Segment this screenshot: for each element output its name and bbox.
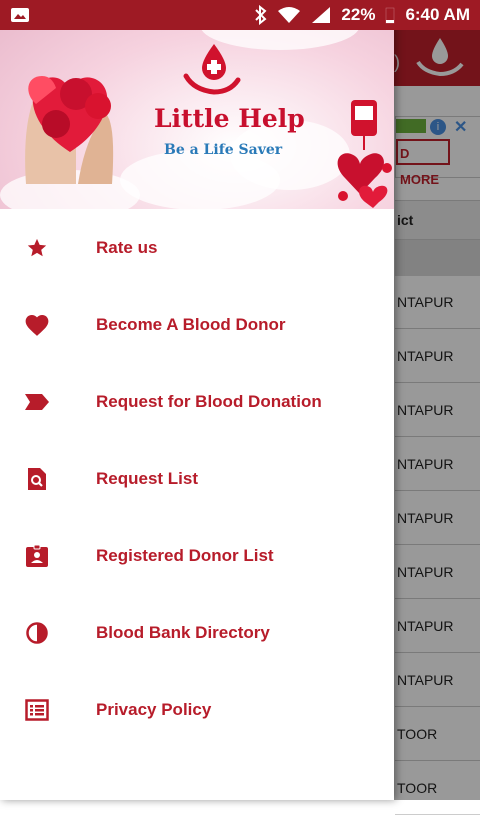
id-badge-icon — [24, 543, 50, 569]
menu-item-label: Become A Blood Donor — [96, 315, 286, 334]
app-title: Little Help — [154, 104, 305, 133]
bluetooth-icon — [255, 5, 267, 25]
menu-item-privacy-policy[interactable]: Privacy Policy — [0, 671, 394, 748]
menu-item-request-list[interactable]: Request List — [0, 440, 394, 517]
label-tag-icon — [24, 389, 50, 415]
menu-item-label: Registered Donor List — [96, 546, 274, 565]
menu-item-request-donation[interactable]: Request for Blood Donation — [0, 363, 394, 440]
star-icon — [24, 235, 50, 261]
battery-percent: 22% — [341, 5, 376, 24]
menu-item-label: Blood Bank Directory — [96, 623, 270, 642]
menu-item-rate-us[interactable]: Rate us — [0, 209, 394, 286]
menu-item-label: Request for Blood Donation — [96, 392, 322, 411]
app-tagline: Be a Life Saver — [164, 142, 283, 158]
status-bar: 22% 6:40 AM — [0, 0, 480, 30]
wifi-icon — [277, 6, 301, 24]
blood-bag-icon — [335, 98, 394, 209]
tonality-icon — [24, 620, 50, 646]
clock: 6:40 AM — [405, 5, 470, 24]
menu-item-become-donor[interactable]: Become A Blood Donor — [0, 286, 394, 363]
image-notification-icon — [10, 7, 30, 23]
menu-item-label: Rate us — [96, 238, 158, 257]
menu-item-blood-bank-directory[interactable]: Blood Bank Directory — [0, 594, 394, 671]
blood-group-heart-icon — [16, 34, 136, 189]
find-in-page-icon — [24, 466, 50, 492]
menu-item-label: Privacy Policy — [96, 700, 212, 719]
menu-item-registered-donor-list[interactable]: Registered Donor List — [0, 517, 394, 594]
navigation-drawer: Little Help Be a Life Saver Rate us Beco… — [0, 0, 394, 800]
menu-item-label: Request List — [96, 469, 199, 488]
app-logo-icon — [182, 42, 242, 103]
drawer-banner: Little Help Be a Life Saver — [0, 0, 394, 209]
cell-signal-icon — [311, 6, 331, 24]
battery-icon — [385, 6, 395, 24]
list-document-icon — [24, 697, 50, 723]
heart-icon — [24, 312, 50, 338]
